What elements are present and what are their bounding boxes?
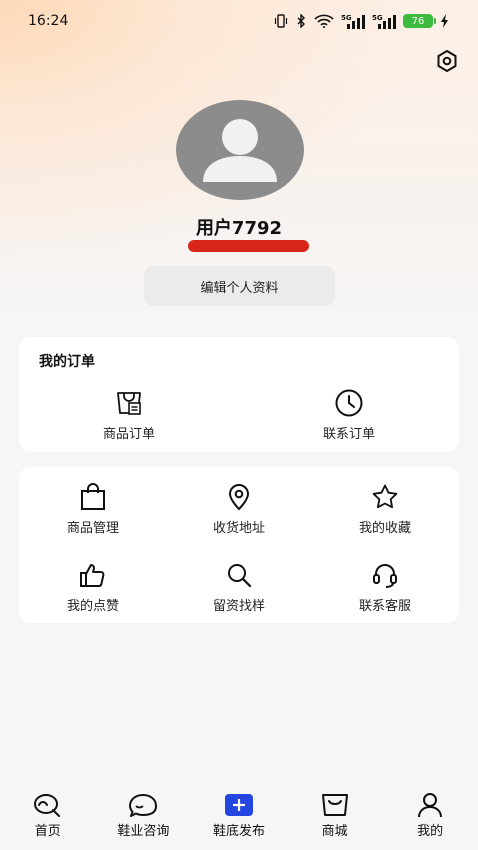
tool-label: 我的点赞: [66, 599, 119, 614]
username: 用户7792: [195, 218, 283, 239]
tab-mine[interactable]: 我的: [382, 784, 478, 850]
status-icons: 5G 5G 76: [274, 13, 450, 29]
home-icon: [32, 792, 64, 818]
person-icon: [414, 792, 446, 818]
tab-shoe-news[interactable]: 鞋业咨询: [96, 784, 192, 850]
edit-profile-button[interactable]: 编辑个人资料: [144, 266, 335, 306]
signal-icon-2: 5G: [372, 13, 396, 29]
orders-title: 我的订单: [39, 354, 95, 370]
plus-icon: [223, 792, 255, 818]
svg-text:5G: 5G: [372, 14, 383, 22]
tool-item-favorites[interactable]: 我的收藏: [325, 481, 445, 536]
tool-item-likes[interactable]: 我的点赞: [33, 559, 153, 614]
tool-item-sample-search[interactable]: 留资找样: [179, 559, 299, 614]
tab-mall[interactable]: 商城: [287, 784, 383, 850]
status-bar: 16:24 5G 5G 76: [0, 0, 478, 42]
settings-hexagon-icon: [437, 50, 457, 72]
status-time: 16:24: [28, 13, 69, 29]
headset-icon: [369, 559, 401, 591]
svg-text:5G: 5G: [341, 14, 352, 22]
tab-home[interactable]: 首页: [0, 784, 96, 850]
tab-label: 首页: [34, 824, 61, 839]
location-pin-icon: [223, 481, 255, 513]
thumbs-up-icon: [77, 559, 109, 591]
bottom-tab-bar: 首页 鞋业咨询 鞋底发布 商城 我的: [0, 784, 478, 850]
tab-sole-publish[interactable]: 鞋底发布: [191, 784, 287, 850]
avatar[interactable]: [176, 100, 304, 200]
battery-indicator: 76: [403, 14, 436, 28]
tab-label: 鞋业咨询: [117, 824, 170, 839]
bluetooth-icon: [295, 14, 307, 28]
default-user-icon: [203, 119, 277, 182]
product-orders-label: 商品订单: [102, 427, 155, 442]
tool-label: 留资找样: [212, 599, 265, 614]
tool-label: 我的收藏: [358, 521, 411, 536]
vibrate-icon: [274, 14, 288, 28]
wifi-icon: [314, 14, 334, 28]
tab-label: 我的: [417, 824, 444, 839]
shop-bag-icon: [319, 792, 351, 818]
orders-card: 我的订单 商品订单 联系订单: [19, 337, 459, 452]
redaction-bar: [188, 240, 309, 252]
tool-label: 联系客服: [358, 599, 411, 614]
shopping-bag-list-icon: [113, 387, 145, 419]
tool-item-customer-service[interactable]: 联系客服: [325, 559, 445, 614]
tool-label: 收货地址: [212, 521, 265, 536]
tool-item-address[interactable]: 收货地址: [179, 481, 299, 536]
tool-label: 商品管理: [66, 521, 119, 536]
tools-card: 商品管理 收货地址 我的收藏 我的点赞 留资找样 联系客服: [19, 467, 459, 623]
charging-icon: [440, 14, 450, 28]
settings-button[interactable]: [434, 48, 460, 74]
signal-icon-1: 5G: [341, 13, 365, 29]
tab-label: 鞋底发布: [212, 824, 265, 839]
star-icon: [369, 481, 401, 513]
tab-label: 商城: [321, 824, 348, 839]
tool-item-product-management[interactable]: 商品管理: [33, 481, 153, 536]
contact-orders-item[interactable]: 联系订单: [289, 387, 409, 442]
clock-icon: [333, 387, 365, 419]
chat-bubble-icon: [127, 792, 159, 818]
bag-icon: [77, 481, 109, 513]
search-icon: [223, 559, 255, 591]
product-orders-item[interactable]: 商品订单: [69, 387, 189, 442]
contact-orders-label: 联系订单: [322, 427, 375, 442]
